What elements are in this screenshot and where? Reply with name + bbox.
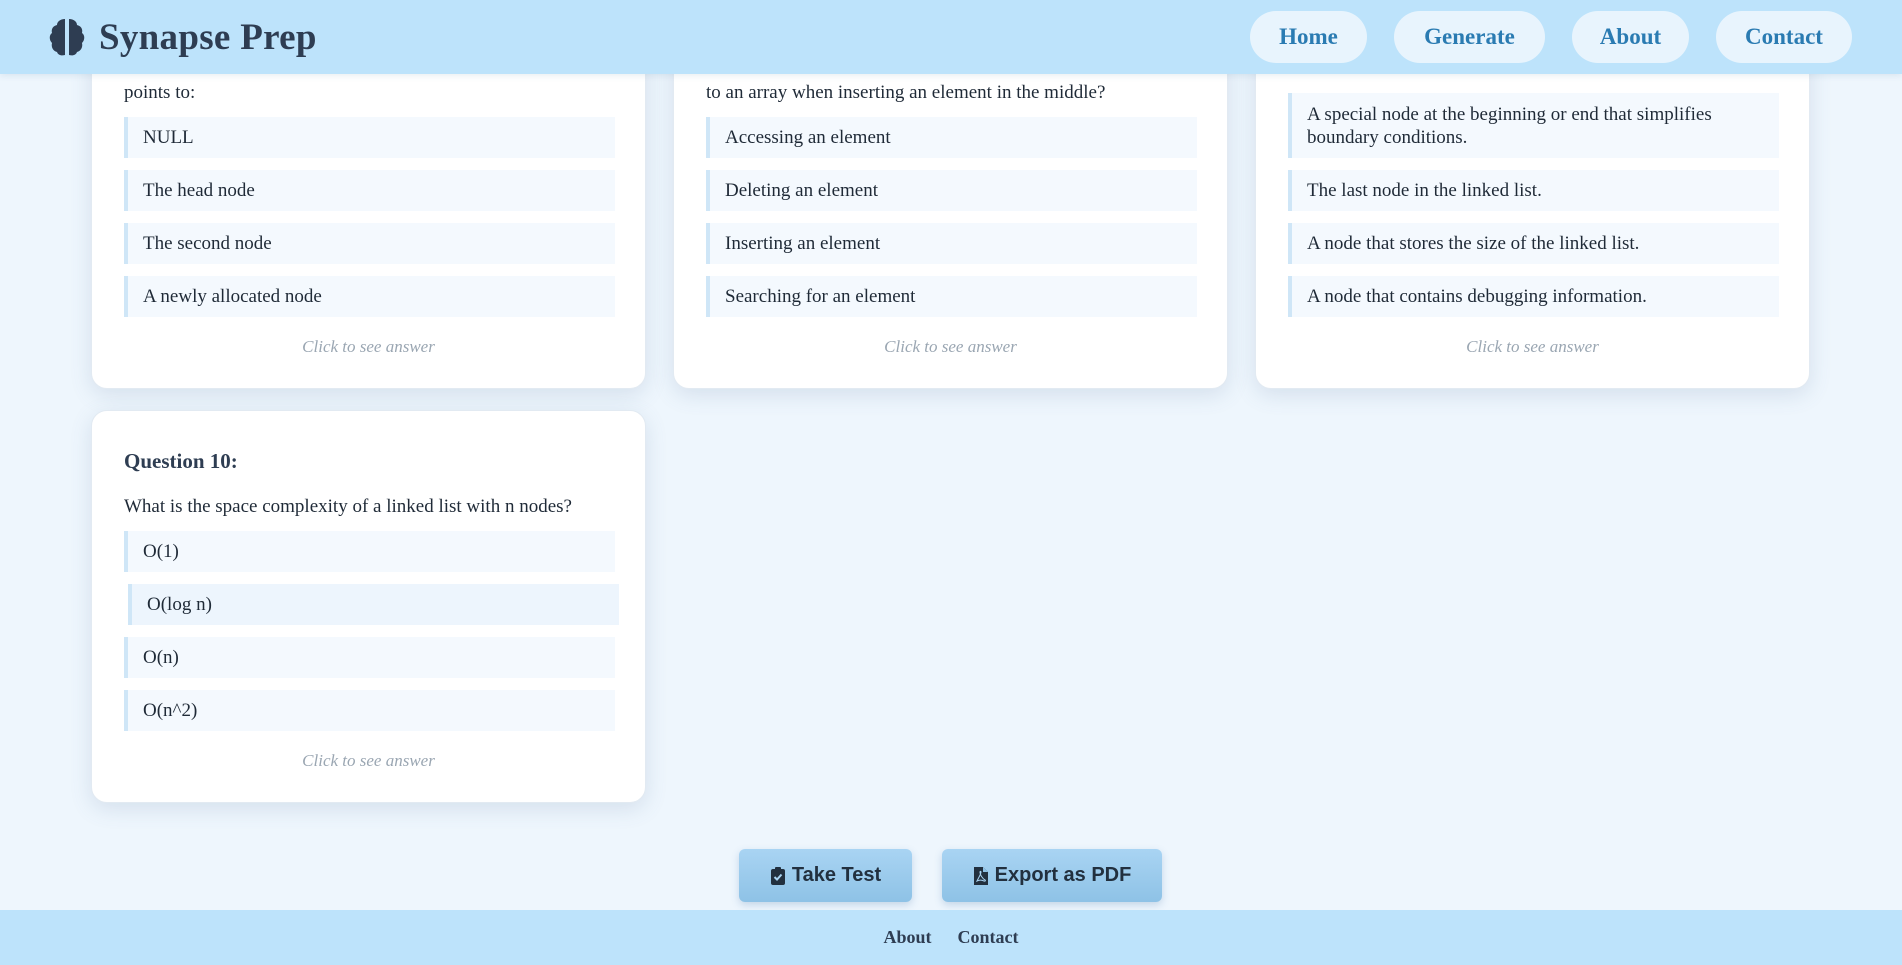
app-title: Synapse Prep bbox=[99, 16, 317, 58]
clipboard-check-icon bbox=[770, 866, 785, 885]
reveal-answer-link[interactable]: Click to see answer bbox=[92, 337, 645, 357]
answer-option[interactable]: A newly allocated node bbox=[124, 276, 615, 317]
answer-option[interactable]: The last node in the linked list. bbox=[1288, 170, 1779, 211]
take-test-label: Take Test bbox=[791, 864, 882, 886]
export-pdf-label: Export as PDF bbox=[994, 864, 1132, 886]
export-pdf-button[interactable]: Export as PDF bbox=[942, 849, 1162, 902]
footer: About Contact bbox=[0, 910, 1902, 965]
reveal-answer-link[interactable]: Click to see answer bbox=[92, 751, 645, 771]
answer-option[interactable]: O(log n) bbox=[128, 584, 619, 625]
answer-option[interactable]: O(1) bbox=[124, 531, 615, 572]
top-navbar: Synapse Prep Home Generate About Contact bbox=[0, 0, 1902, 74]
nav-about-button[interactable]: About bbox=[1572, 11, 1689, 63]
brand[interactable]: Synapse Prep bbox=[49, 16, 317, 58]
answer-option[interactable]: The second node bbox=[124, 223, 615, 264]
footer-about-link[interactable]: About bbox=[883, 927, 931, 948]
nav-generate-button[interactable]: Generate bbox=[1394, 11, 1545, 63]
reveal-answer-link[interactable]: Click to see answer bbox=[1256, 337, 1809, 357]
nav-home-button[interactable]: Home bbox=[1250, 11, 1367, 63]
answer-option[interactable]: Deleting an element bbox=[706, 170, 1197, 211]
answer-option[interactable]: O(n) bbox=[124, 637, 615, 678]
question-text: points to: bbox=[124, 82, 196, 103]
question-card: points to: NULL The head node The second… bbox=[91, 20, 646, 389]
answer-option[interactable]: O(n^2) bbox=[124, 690, 615, 731]
answer-option[interactable]: Accessing an element bbox=[706, 117, 1197, 158]
reveal-answer-link[interactable]: Click to see answer bbox=[674, 337, 1227, 357]
answer-option[interactable]: A node that contains debugging informati… bbox=[1288, 276, 1779, 317]
footer-contact-link[interactable]: Contact bbox=[958, 927, 1019, 948]
answer-option[interactable]: NULL bbox=[124, 117, 615, 158]
question-text: to an array when inserting an element in… bbox=[706, 82, 1106, 103]
answer-option[interactable]: Inserting an element bbox=[706, 223, 1197, 264]
nav-menu: Home Generate About Contact bbox=[1223, 11, 1852, 63]
brain-icon bbox=[49, 19, 85, 56]
nav-contact-button[interactable]: Contact bbox=[1716, 11, 1852, 63]
question-card: A special node at the beginning or end t… bbox=[1255, 20, 1810, 389]
take-test-button[interactable]: Take Test bbox=[739, 849, 912, 902]
question-card: Question 10: What is the space complexit… bbox=[91, 410, 646, 803]
question-card: to an array when inserting an element in… bbox=[673, 20, 1228, 389]
answer-option[interactable]: Searching for an element bbox=[706, 276, 1197, 317]
answer-option[interactable]: A special node at the beginning or end t… bbox=[1288, 93, 1779, 158]
question-text: What is the space complexity of a linked… bbox=[124, 496, 572, 517]
file-pdf-icon bbox=[973, 866, 988, 885]
question-title: Question 10: bbox=[124, 449, 238, 473]
answer-option[interactable]: A node that stores the size of the linke… bbox=[1288, 223, 1779, 264]
answer-option[interactable]: The head node bbox=[124, 170, 615, 211]
